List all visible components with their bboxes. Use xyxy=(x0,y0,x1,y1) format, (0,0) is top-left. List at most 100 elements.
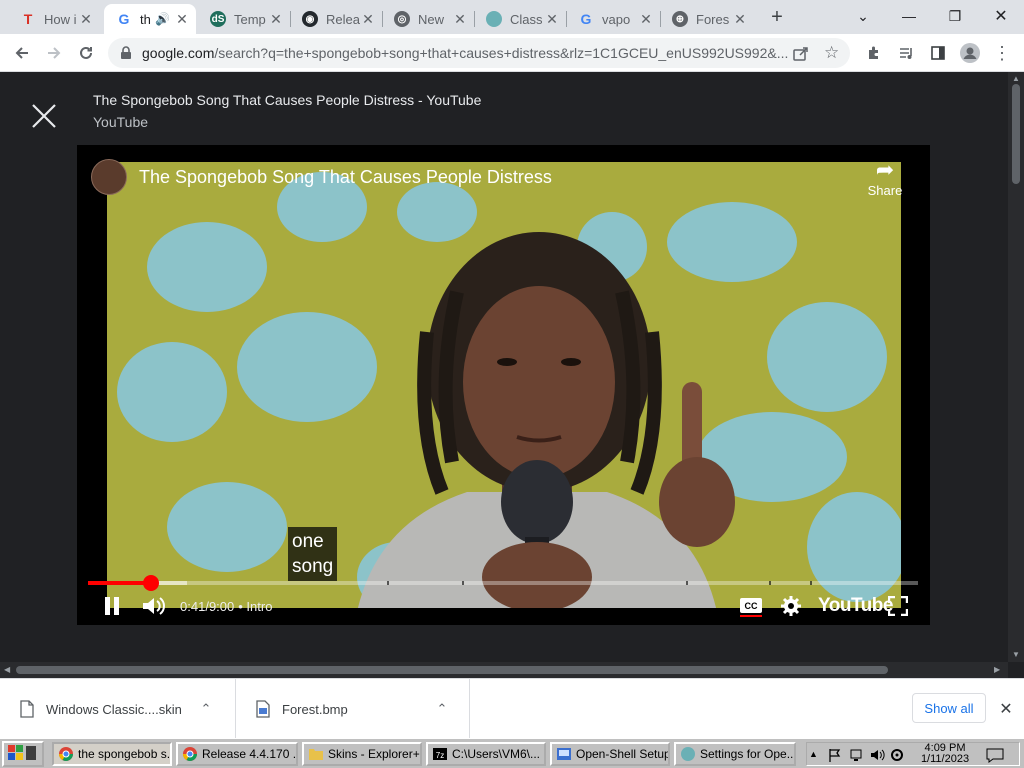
taskbar-item-chrome-spongebob[interactable]: the spongebob s... xyxy=(52,742,172,766)
new-tab-button[interactable]: + xyxy=(766,6,788,28)
google-g-icon: G xyxy=(118,11,130,27)
presenter-figure xyxy=(358,232,735,608)
tab-spongebob-search[interactable]: G th 🔊 ✕ xyxy=(104,4,196,34)
globe-icon xyxy=(486,11,502,27)
tab-close-icon[interactable]: ✕ xyxy=(452,11,468,27)
tab-close-icon[interactable]: ✕ xyxy=(360,11,376,27)
window-close-button[interactable]: ✕ xyxy=(978,0,1024,32)
channel-avatar[interactable] xyxy=(91,159,127,195)
tab-forest[interactable]: ⊕ Fores ✕ xyxy=(660,4,754,34)
tray-expand-icon[interactable]: ▲ xyxy=(809,749,818,759)
system-tray: ▲ 4:09 PM 1/11/2023 xyxy=(806,742,1020,766)
share-button[interactable]: ➦ Share xyxy=(863,157,907,198)
close-downloads-bar-icon[interactable]: ✕ xyxy=(996,699,1016,719)
player-controls: 0:41 / 9:00 • Intro CC YouTube xyxy=(77,588,930,624)
share-page-icon[interactable] xyxy=(792,44,810,67)
taskbar-item-7zip[interactable]: 7z C:\Users\VM6\... xyxy=(426,742,546,766)
time-current: 0:41 xyxy=(180,598,206,614)
settings-gear-icon[interactable] xyxy=(889,747,905,763)
lock-icon[interactable] xyxy=(118,45,134,61)
tab-close-icon[interactable]: ✕ xyxy=(174,11,190,27)
close-icon xyxy=(32,104,56,128)
clock[interactable]: 4:09 PM 1/11/2023 xyxy=(907,743,983,765)
address-bar[interactable]: google.com/search?q=the+spongebob+song+t… xyxy=(108,38,850,68)
pause-button[interactable] xyxy=(103,594,121,618)
speaker-icon[interactable]: 🔊 xyxy=(155,12,170,26)
menu-kebab-icon[interactable]: ⋮ xyxy=(988,39,1016,67)
video-page-title[interactable]: The Spongebob Song That Causes People Di… xyxy=(93,92,481,108)
progress-bar[interactable] xyxy=(88,575,918,591)
tab-vapor[interactable]: G vapo ✕ xyxy=(566,4,660,34)
scroll-up-icon[interactable]: ▲ xyxy=(1012,74,1020,83)
gear-icon xyxy=(781,596,801,616)
scroll-down-icon[interactable]: ▼ xyxy=(1012,650,1020,659)
video-caption: one song xyxy=(288,527,338,581)
tab-close-icon[interactable]: ✕ xyxy=(78,11,94,27)
player-video-title[interactable]: The Spongebob Song That Causes People Di… xyxy=(139,167,552,188)
side-panel-icon[interactable] xyxy=(924,39,952,67)
tab-classic[interactable]: Class ✕ xyxy=(474,4,566,34)
mute-button[interactable] xyxy=(141,594,165,618)
tab-release[interactable]: ◉ Relea ✕ xyxy=(290,4,382,34)
download-filename: Windows Classic....skin xyxy=(46,701,182,717)
chevron-up-icon[interactable]: ⌃ xyxy=(432,701,452,717)
close-overlay-button[interactable] xyxy=(30,102,58,130)
caption-line: one xyxy=(292,531,324,552)
settings-button[interactable] xyxy=(780,594,802,618)
forward-button[interactable] xyxy=(40,39,68,67)
chapter-marker xyxy=(810,581,813,585)
scrollbar-thumb[interactable] xyxy=(1012,84,1020,184)
taskbar-item-open-shell-setup[interactable]: Open-Shell Setup xyxy=(550,742,670,766)
action-center-flag-icon[interactable] xyxy=(827,747,843,763)
chapter-title[interactable]: • Intro xyxy=(238,599,272,614)
scroll-left-icon[interactable]: ◀ xyxy=(4,665,10,674)
ds-icon: dS xyxy=(210,11,226,27)
setup-icon xyxy=(556,746,572,762)
forward-arrow-icon xyxy=(48,47,61,59)
show-all-downloads-button[interactable]: Show all xyxy=(912,693,986,723)
subtitles-button[interactable]: CC xyxy=(739,594,763,618)
time-display: 0:41 / 9:00 • Intro xyxy=(180,598,273,614)
back-button[interactable] xyxy=(8,39,36,67)
fullscreen-button[interactable] xyxy=(888,594,908,618)
download-item[interactable]: Windows Classic....skin ⌃ xyxy=(0,679,236,739)
url-text[interactable]: google.com/search?q=the+spongebob+song+t… xyxy=(142,45,788,61)
folder-icon xyxy=(308,746,324,762)
scrollbar-thumb[interactable] xyxy=(16,666,888,674)
shell-icon xyxy=(680,746,696,762)
horizontal-scrollbar[interactable]: ◀ ▶ xyxy=(0,662,1008,678)
tab-title: How i xyxy=(44,11,77,27)
tab-temp[interactable]: dS Temp ✕ xyxy=(198,4,290,34)
restore-button[interactable]: ❐ xyxy=(932,0,978,32)
youtube-player[interactable]: one song The Spongebob Song That Causes … xyxy=(77,145,930,625)
tab-close-icon[interactable]: ✕ xyxy=(638,11,654,27)
chevron-up-icon[interactable]: ⌃ xyxy=(196,701,216,717)
notification-icon[interactable] xyxy=(985,747,1005,763)
media-control-icon[interactable] xyxy=(892,39,920,67)
start-button[interactable] xyxy=(2,741,44,767)
chrome-icon xyxy=(58,746,74,762)
taskbar-item-chrome-release[interactable]: Release 4.4.170 ... xyxy=(176,742,298,766)
tab-new[interactable]: ◎ New ✕ xyxy=(382,4,474,34)
tab-title: New xyxy=(418,11,445,27)
volume-icon[interactable] xyxy=(869,747,885,763)
cc-icon: CC xyxy=(740,598,762,617)
minimize-button[interactable]: — xyxy=(886,0,932,32)
reload-button[interactable] xyxy=(72,39,100,67)
taskbar-item-open-shell-settings[interactable]: Settings for Ope... xyxy=(674,742,796,766)
bookmark-star-icon[interactable]: ☆ xyxy=(824,43,839,63)
vertical-scrollbar[interactable]: ▲ ▼ xyxy=(1008,72,1024,662)
network-icon[interactable] xyxy=(849,747,865,763)
scroll-right-icon[interactable]: ▶ xyxy=(994,665,1000,674)
tab-how[interactable]: T How i ✕ xyxy=(8,4,100,34)
download-item[interactable]: Forest.bmp ⌃ xyxy=(236,679,470,739)
video-frame[interactable]: one song xyxy=(107,162,901,608)
tab-search-chevron-icon[interactable]: ⌄ xyxy=(840,0,886,32)
tab-close-icon[interactable]: ✕ xyxy=(732,11,748,27)
extensions-icon[interactable] xyxy=(860,39,888,67)
youtube-logo-button[interactable]: YouTube xyxy=(818,594,893,618)
taskbar-item-explorer[interactable]: Skins - Explorer++ xyxy=(302,742,422,766)
tab-close-icon[interactable]: ✕ xyxy=(268,11,284,27)
tab-close-icon[interactable]: ✕ xyxy=(544,11,560,27)
profile-avatar-icon[interactable] xyxy=(956,39,984,67)
